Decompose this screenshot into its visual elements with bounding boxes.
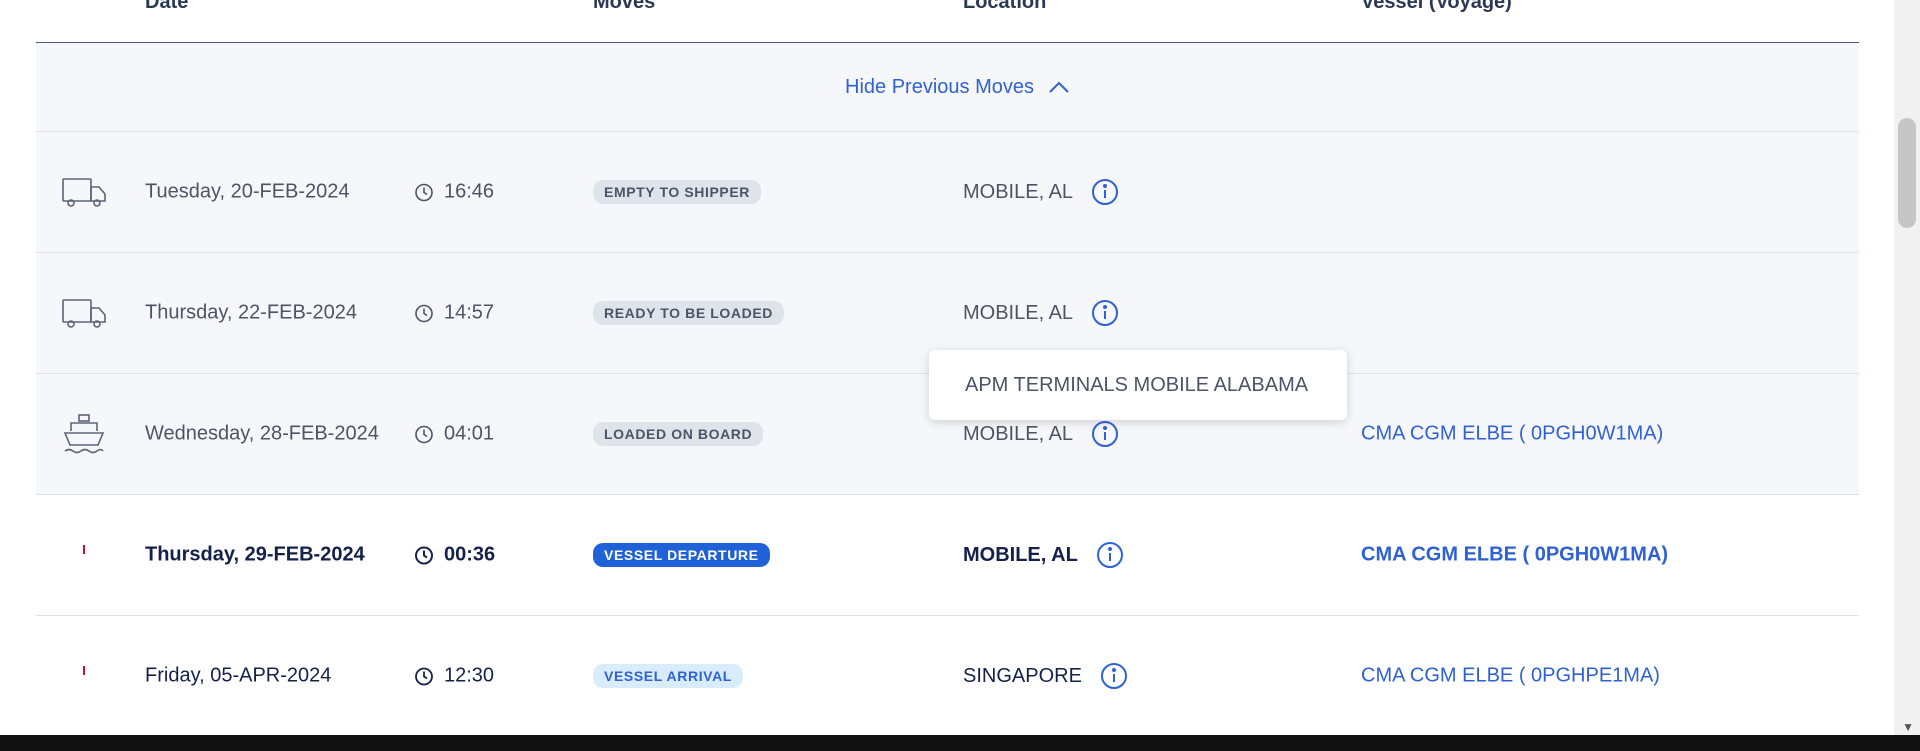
info-icon[interactable] [1091, 420, 1119, 448]
column-header-moves: Moves [593, 0, 656, 13]
info-icon[interactable] [1096, 541, 1124, 569]
chevron-up-icon [1049, 81, 1069, 93]
clock-icon [415, 304, 433, 322]
move-row-current: Thursday, 29-FEB-2024 00:36 VESSEL DEPAR… [36, 495, 1859, 616]
clock-icon [415, 183, 433, 201]
move-date: Friday, 05-APR-2024 [145, 664, 332, 687]
clock-icon [415, 546, 433, 564]
location-tooltip: APM TERMINALS MOBILE ALABAMA [929, 350, 1347, 420]
move-time: 12:30 [414, 665, 494, 688]
move-row: Tuesday, 20-FEB-2024 16:46 EMPTY TO SHIP… [36, 132, 1859, 253]
ship-icon [83, 545, 85, 554]
table-header: Date Moves Location Vessel (Voyage) [36, 0, 1859, 43]
move-location: MOBILE, AL [963, 178, 1119, 206]
info-icon[interactable] [1100, 662, 1128, 690]
clock-icon [415, 425, 433, 443]
hide-previous-moves-button[interactable]: Hide Previous Moves [845, 76, 1070, 99]
move-date: Thursday, 22-FEB-2024 [145, 301, 357, 324]
hide-previous-moves-label: Hide Previous Moves [845, 75, 1034, 98]
move-time-value: 12:30 [444, 664, 495, 687]
ship-icon [83, 666, 85, 675]
move-time: 16:46 [414, 181, 494, 204]
move-time: 14:57 [414, 302, 494, 325]
move-status-badge: READY TO BE LOADED [593, 301, 784, 325]
move-status-badge: EMPTY TO SHIPPER [593, 180, 762, 204]
column-header-vessel: Vessel (Voyage) [1361, 0, 1512, 13]
tooltip-text: APM TERMINALS MOBILE ALABAMA [965, 373, 1309, 396]
move-status-badge: LOADED ON BOARD [593, 422, 764, 446]
move-location: MOBILE, AL [963, 420, 1119, 448]
move-location: MOBILE, AL [963, 541, 1124, 569]
move-date: Tuesday, 20-FEB-2024 [145, 180, 350, 203]
move-time: 04:01 [414, 423, 494, 446]
move-location-name: MOBILE, AL [963, 543, 1078, 566]
move-location-name: SINGAPORE [963, 664, 1082, 687]
move-location: MOBILE, AL [963, 299, 1119, 327]
truck-icon [62, 178, 106, 207]
move-time-value: 14:57 [444, 301, 495, 324]
vertical-scrollbar[interactable] [1894, 0, 1920, 735]
move-vessel-link[interactable]: CMA CGM ELBE ( 0PGH0W1MA) [1361, 544, 1668, 567]
info-icon[interactable] [1091, 299, 1119, 327]
scrollbar-thumb[interactable] [1898, 118, 1916, 228]
move-location-name: MOBILE, AL [963, 180, 1074, 203]
move-date: Wednesday, 28-FEB-2024 [145, 422, 379, 445]
column-header-location: Location [963, 0, 1047, 13]
move-vessel-link[interactable]: CMA CGM ELBE ( 0PGHPE1MA) [1361, 665, 1660, 688]
move-location-name: MOBILE, AL [963, 422, 1074, 445]
bottom-bar [0, 735, 1920, 751]
move-date: Thursday, 29-FEB-2024 [145, 543, 365, 566]
move-vessel-link[interactable]: CMA CGM ELBE ( 0PGH0W1MA) [1361, 423, 1663, 446]
scroll-down-arrow-icon[interactable]: ▼ [1902, 720, 1914, 734]
move-row: Friday, 05-APR-2024 12:30 VESSEL ARRIVAL… [36, 616, 1859, 737]
clock-icon [415, 667, 433, 685]
info-icon[interactable] [1091, 178, 1119, 206]
ship-icon [63, 414, 105, 454]
hide-previous-moves-row: Hide Previous Moves [36, 43, 1859, 132]
move-time-value: 00:36 [444, 543, 496, 566]
move-time-value: 04:01 [444, 422, 495, 445]
move-status-badge: VESSEL ARRIVAL [593, 664, 743, 688]
move-time: 00:36 [414, 544, 495, 567]
move-status-badge: VESSEL DEPARTURE [593, 543, 770, 567]
column-header-date: Date [145, 0, 189, 13]
move-location: SINGAPORE [963, 662, 1128, 690]
move-location-name: MOBILE, AL [963, 301, 1074, 324]
truck-icon [62, 299, 106, 328]
move-time-value: 16:46 [444, 180, 495, 203]
